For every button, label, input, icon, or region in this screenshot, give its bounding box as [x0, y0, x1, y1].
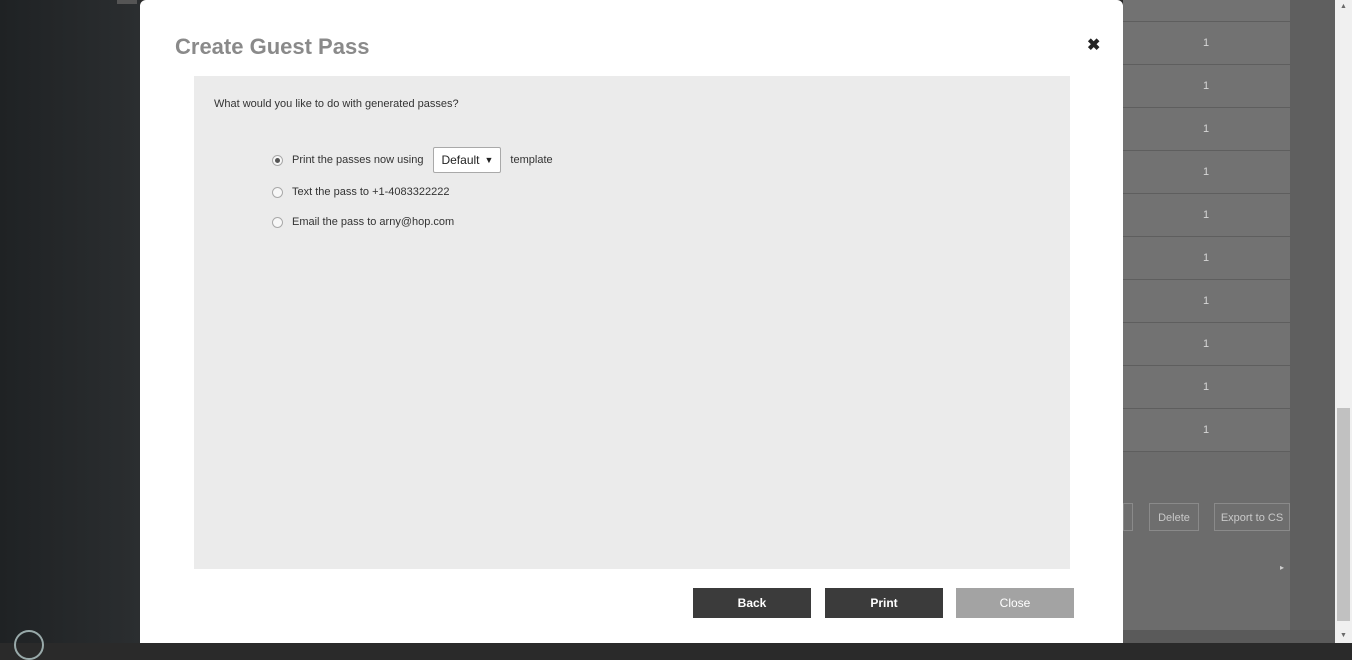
table-row: 1 — [1123, 151, 1290, 194]
template-suffix-label: template — [510, 154, 553, 166]
print-button[interactable]: Print — [825, 588, 943, 618]
option-print[interactable]: Print the passes now using Default ▼ tem… — [272, 147, 553, 173]
table-row: 1 — [1123, 65, 1290, 108]
table-cell: 1 — [1203, 252, 1210, 264]
chevron-down-icon: ▼ — [484, 155, 494, 165]
background-table: 1 1 1 1 1 1 1 1 1 1 — [1123, 0, 1290, 452]
dialog-title: Create Guest Pass — [175, 34, 370, 59]
table-cell: 1 — [1203, 338, 1210, 350]
avatar[interactable] — [14, 630, 44, 660]
table-row: 1 — [1123, 237, 1290, 280]
email-radio[interactable] — [272, 216, 283, 228]
table-row: 1 — [1123, 280, 1290, 323]
table-row: 1 — [1123, 323, 1290, 366]
close-button[interactable]: Close — [956, 588, 1074, 618]
table-cell: 1 — [1203, 80, 1210, 92]
create-guest-pass-dialog: Create Guest Pass ✖ What would you like … — [140, 0, 1123, 643]
text-option-label: Text the pass to +1-4083322222 — [292, 186, 450, 198]
table-row: 1 — [1123, 22, 1290, 65]
delete-button[interactable]: Delete — [1149, 503, 1199, 531]
page-scrollbar[interactable]: ▲ ▼ — [1335, 0, 1352, 643]
table-cell: 1 — [1203, 37, 1210, 49]
email-option-label: Email the pass to arny@hop.com — [292, 216, 455, 228]
table-cell: 1 — [1203, 424, 1210, 436]
text-radio[interactable] — [272, 186, 283, 198]
table-cell: 1 — [1203, 381, 1210, 393]
scroll-up-icon[interactable]: ▲ — [1335, 0, 1352, 14]
sidebar-top-stub — [117, 0, 137, 4]
background-button-edge — [1123, 503, 1133, 531]
pager-next-icon[interactable]: ▸ — [1280, 563, 1284, 572]
background-bottom-bar — [1123, 630, 1335, 643]
table-cell: 1 — [1203, 209, 1210, 221]
table-cell: 1 — [1203, 166, 1210, 178]
print-option-label: Print the passes now using — [292, 154, 424, 166]
scroll-down-icon[interactable]: ▼ — [1335, 629, 1352, 643]
option-text[interactable]: Text the pass to +1-4083322222 — [272, 186, 449, 198]
export-csv-button[interactable]: Export to CS — [1214, 503, 1290, 531]
background-strip — [1290, 0, 1335, 643]
left-sidebar — [0, 0, 140, 660]
content-panel: What would you like to do with generated… — [194, 76, 1070, 569]
table-row: 1 — [1123, 409, 1290, 452]
back-button[interactable]: Back — [693, 588, 811, 618]
table-cell: 1 — [1203, 123, 1210, 135]
option-email[interactable]: Email the pass to arny@hop.com — [272, 216, 454, 228]
print-radio[interactable] — [272, 154, 283, 166]
table-row: 1 — [1123, 108, 1290, 151]
table-cell: 1 — [1203, 295, 1210, 307]
background-page: 1 1 1 1 1 1 1 1 1 1 Delete Export to CS … — [1123, 0, 1335, 643]
template-select-value: Default — [441, 153, 480, 167]
table-row: 1 — [1123, 194, 1290, 237]
table-row — [1123, 0, 1290, 22]
scroll-thumb[interactable] — [1337, 408, 1350, 621]
table-row: 1 — [1123, 366, 1290, 409]
template-select[interactable]: Default ▼ — [433, 147, 502, 173]
question-text: What would you like to do with generated… — [214, 98, 459, 110]
close-icon[interactable]: ✖ — [1087, 38, 1100, 54]
